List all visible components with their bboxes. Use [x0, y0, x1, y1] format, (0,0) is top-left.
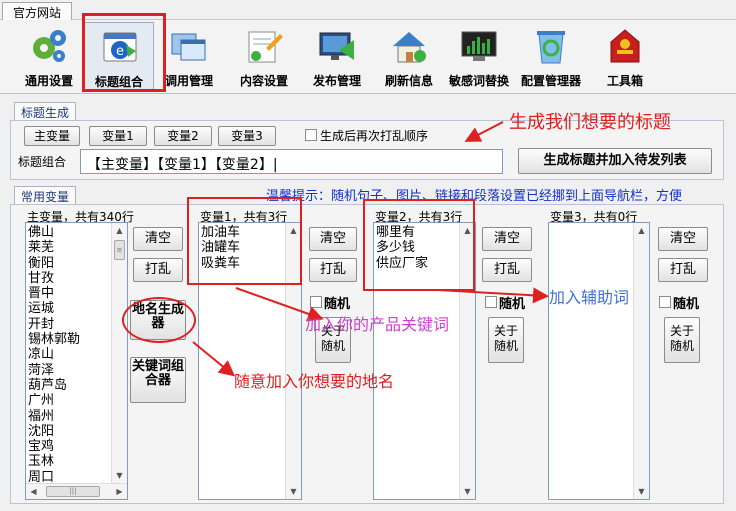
scroll-down-arrow-icon[interactable]: ▼: [460, 484, 475, 499]
list-item[interactable]: 广州: [28, 393, 80, 408]
list-item[interactable]: 凉山: [28, 347, 80, 362]
main-var-list[interactable]: 佛山 莱芜 衡阳 甘孜 晋中 运城 开封 锡林郭勒 凉山 菏泽 葫芦岛 广州 福州 沈阳 宝鸡 玉林 周口 ▲ …: [25, 222, 128, 500]
var1-clear-button[interactable]: 清空: [309, 227, 357, 251]
official-site-tab[interactable]: 官方网站: [2, 2, 73, 20]
var1-random-label: 随机: [324, 297, 351, 312]
scroll-down-arrow-icon[interactable]: ▼: [634, 484, 649, 499]
combo-label: 标题组合: [18, 155, 67, 169]
config-manager-button[interactable]: 配置管理器: [516, 22, 586, 92]
list-item[interactable]: 锡林郭勒: [28, 332, 80, 347]
publish-icon: [319, 32, 354, 60]
list-item[interactable]: 沈阳: [28, 424, 80, 439]
var3-random-label: 随机: [673, 297, 700, 312]
var1-shuffle-button[interactable]: 打乱: [309, 258, 357, 282]
list-item[interactable]: 宝鸡: [28, 439, 80, 454]
main-var-hscroll[interactable]: ◀ ||| ▶: [26, 483, 127, 499]
shuffle-after-generate-label: 生成后再次打乱顺序: [320, 129, 429, 143]
windows-manage-icon: [171, 33, 206, 61]
highlight-ellipse-place-gen: [122, 297, 196, 343]
var3-clear-button[interactable]: 清空: [658, 227, 708, 251]
hint-text: 温馨提示：随机句子、图片、链接和段落设置已经挪到上面导航栏，方便: [266, 189, 683, 204]
annotation-place-note: 随意加入你想要的地名: [234, 372, 395, 391]
general-settings-button[interactable]: 通用设置: [14, 22, 84, 92]
highlight-box-var1: [187, 197, 302, 285]
title-combo-input[interactable]: 【主变量】【变量1】【变量2】|: [80, 149, 503, 174]
main-var-button[interactable]: 主变量: [24, 126, 80, 146]
list-item[interactable]: 葫芦岛: [28, 378, 80, 393]
sensitive-monitor-icon: [461, 31, 497, 61]
refresh-info-button[interactable]: 刷新信息: [374, 22, 444, 92]
tool-label: 敏感词替换: [448, 74, 509, 88]
scroll-down-arrow-icon[interactable]: ▼: [286, 484, 301, 499]
highlight-box-var2: [363, 199, 475, 291]
toolbox-icon: [610, 29, 640, 63]
refresh-house-icon: [393, 32, 426, 63]
tool-label: 通用设置: [24, 74, 73, 88]
main-shuffle-button[interactable]: 打乱: [133, 258, 183, 282]
var2-random-checkbox[interactable]: [485, 296, 497, 308]
gears-icon: [33, 30, 66, 62]
scroll-right-arrow-icon[interactable]: ▶: [112, 484, 127, 499]
var3-list[interactable]: ▲ ▼: [548, 222, 650, 500]
main-var-vscroll[interactable]: ▲ ≡ ▼: [111, 223, 127, 483]
keyword-combiner-button[interactable]: 关键词组合器: [130, 357, 186, 403]
var2-button[interactable]: 变量2: [154, 126, 212, 146]
list-item[interactable]: 晋中: [28, 286, 80, 301]
annotation-keyword-note: 加入你的产品关键词: [305, 315, 450, 334]
list-item[interactable]: 开封: [28, 317, 80, 332]
main-clear-button[interactable]: 清空: [133, 227, 183, 251]
generate-title-button[interactable]: 生成标题并加入待发列表: [518, 148, 712, 174]
list-item[interactable]: 莱芜: [28, 240, 80, 255]
var3-shuffle-button[interactable]: 打乱: [658, 258, 708, 282]
scroll-down-arrow-icon[interactable]: ▼: [112, 468, 127, 483]
content-settings-button[interactable]: 内容设置: [229, 22, 299, 92]
shuffle-after-generate-checkbox[interactable]: [305, 129, 317, 141]
list-item[interactable]: 菏泽: [28, 363, 80, 378]
list-item[interactable]: 福州: [28, 409, 80, 424]
scroll-up-arrow-icon[interactable]: ▲: [112, 223, 127, 238]
scroll-thumb[interactable]: |||: [46, 486, 100, 497]
var3-button[interactable]: 变量3: [218, 126, 276, 146]
tool-label: 刷新信息: [384, 74, 433, 88]
recycle-config-icon: [537, 31, 565, 64]
tool-label: 工具箱: [606, 74, 643, 88]
list-item[interactable]: 甘孜: [28, 271, 80, 286]
highlight-box-title-combine: [82, 13, 166, 92]
tool-label: 内容设置: [239, 74, 288, 88]
var1-random-checkbox[interactable]: [310, 296, 322, 308]
scroll-up-arrow-icon[interactable]: ▲: [634, 223, 649, 238]
scroll-thumb[interactable]: ≡: [114, 240, 125, 260]
vars-group-tab[interactable]: 常用变量: [14, 186, 77, 204]
var3-vscroll[interactable]: ▲ ▼: [633, 223, 649, 499]
annotation-aux-note: 加入辅助词: [549, 288, 630, 307]
annotation-title-note: 生成我们想要的标题: [509, 112, 671, 133]
tool-label: 配置管理器: [520, 74, 581, 88]
var2-shuffle-button[interactable]: 打乱: [482, 258, 532, 282]
title-gen-group-tab[interactable]: 标题生成: [14, 102, 77, 120]
var2-clear-button[interactable]: 清空: [482, 227, 532, 251]
publish-manage-button[interactable]: 发布管理: [302, 22, 372, 92]
var2-about-random-button[interactable]: 关于随机: [488, 317, 524, 363]
var3-about-random-button[interactable]: 关于随机: [664, 317, 700, 363]
list-item[interactable]: 佛山: [28, 225, 80, 240]
sensitive-word-button[interactable]: 敏感词替换: [444, 22, 514, 92]
content-settings-icon: [248, 31, 283, 63]
toolbox-button[interactable]: 工具箱: [590, 22, 660, 92]
var1-button[interactable]: 变量1: [89, 126, 147, 146]
main-var-items: 佛山 莱芜 衡阳 甘孜 晋中 运城 开封 锡林郭勒 凉山 菏泽 葫芦岛 广州 福州 沈阳 宝鸡 玉林 周口: [28, 225, 80, 485]
var2-random-label: 随机: [499, 297, 526, 312]
scroll-left-arrow-icon[interactable]: ◀: [26, 484, 41, 499]
list-item[interactable]: 运城: [28, 301, 80, 316]
list-item[interactable]: 衡阳: [28, 256, 80, 271]
var3-random-checkbox[interactable]: [659, 296, 671, 308]
list-item[interactable]: 玉林: [28, 454, 80, 469]
tool-label: 发布管理: [312, 74, 361, 88]
